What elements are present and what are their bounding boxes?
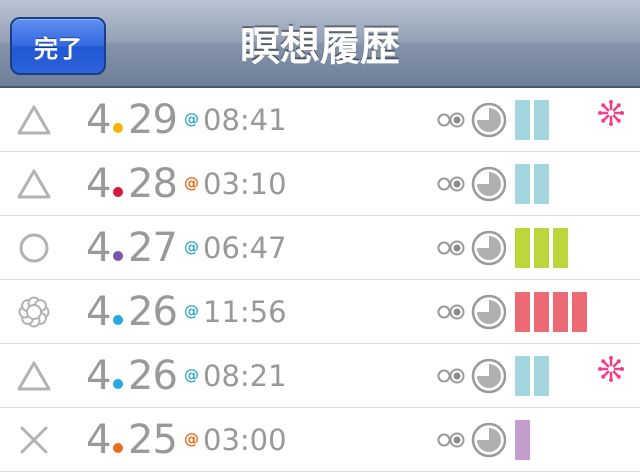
date-month: 4 [86,97,112,143]
session-time: 08:41 [203,103,287,137]
at-sign: @ [184,366,199,384]
session-time: 06:47 [203,231,287,265]
history-row[interactable]: 4 26 @08:21 [0,344,640,408]
at-sign: @ [184,302,199,320]
session-time: 03:10 [203,167,287,201]
done-button[interactable]: 完了 [10,17,106,75]
clock-icon [471,422,507,458]
history-row[interactable]: 4 27 @06:47 [0,216,640,280]
date-month: 4 [86,417,112,463]
link-icon [436,112,466,128]
link-icon [436,176,466,192]
circle-icon [14,228,54,268]
history-row[interactable]: 4 25 @03:00 [0,408,640,472]
date-day: 26 [128,289,178,335]
history-row[interactable]: 4 26 @11:56 [0,280,640,344]
duration-bar [515,356,530,396]
date-day: 25 [128,417,178,463]
date-separator-dot [113,315,123,325]
history-list: 4 29 @08:41 4 28 @03:10 4 27 @06:47 4 26 @11:56 4 26 @… [0,88,640,472]
triangle-icon [14,164,54,204]
date-separator-dot [113,251,123,261]
sparkle-icon [596,98,626,128]
navigation-bar: 完了 瞑想履歴 [0,0,640,88]
at-sign: @ [184,238,199,256]
duration-bar [534,292,549,332]
history-row[interactable]: 4 29 @08:41 [0,88,640,152]
clock-icon [471,102,507,138]
duration-bars [515,164,553,204]
duration-bar [534,100,549,140]
duration-bars [515,356,553,396]
triangle-icon [14,356,54,396]
date-day: 27 [128,225,178,271]
date-month: 4 [86,225,112,271]
history-row[interactable]: 4 28 @03:10 [0,152,640,216]
date-separator-dot [113,187,123,197]
session-time: 08:21 [203,359,287,393]
duration-bar [515,164,530,204]
sparkle-icon [596,354,626,384]
duration-bars [515,228,572,268]
duration-bars [515,100,553,140]
clock-icon [471,294,507,330]
duration-bar [572,292,587,332]
at-sign: @ [184,430,199,448]
duration-bar [515,292,530,332]
duration-bar [515,100,530,140]
cross-icon [14,420,54,460]
date-month: 4 [86,289,112,335]
date-month: 4 [86,161,112,207]
clock-icon [471,358,507,394]
session-time: 11:56 [203,295,287,329]
flower-icon [14,292,54,332]
link-icon [436,240,466,256]
duration-bars [515,292,591,332]
duration-bar [534,164,549,204]
duration-bars [515,420,534,460]
date-month: 4 [86,353,112,399]
link-icon [436,432,466,448]
date-separator-dot [113,379,123,389]
triangle-icon [14,100,54,140]
duration-bar [534,356,549,396]
link-icon [436,304,466,320]
duration-bar [515,420,530,460]
at-sign: @ [184,110,199,128]
date-day: 29 [128,97,178,143]
date-day: 28 [128,161,178,207]
link-icon [436,368,466,384]
session-time: 03:00 [203,423,287,457]
clock-icon [471,166,507,202]
date-separator-dot [113,443,123,453]
duration-bar [553,228,568,268]
clock-icon [471,230,507,266]
at-sign: @ [184,174,199,192]
duration-bar [553,292,568,332]
date-day: 26 [128,353,178,399]
duration-bar [515,228,530,268]
duration-bar [534,228,549,268]
date-separator-dot [113,123,123,133]
